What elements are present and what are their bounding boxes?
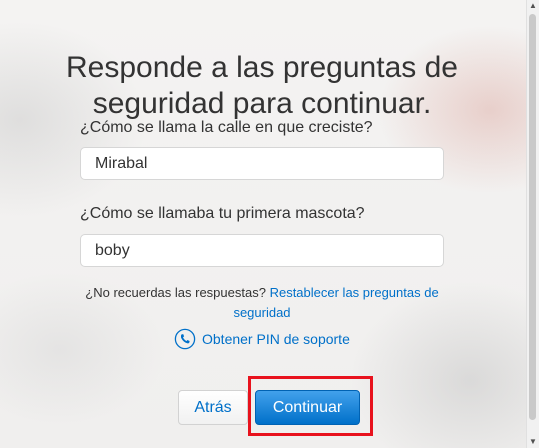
- answer-2-input[interactable]: [80, 234, 444, 267]
- forgot-answers-text: ¿No recuerdas las respuestas? Restablece…: [60, 283, 464, 323]
- vertical-scrollbar[interactable]: ▲ ▼: [526, 0, 539, 448]
- page-title: Responde a las preguntas de seguridad pa…: [66, 51, 458, 121]
- support-pin-label: Obtener PIN de soporte: [202, 331, 350, 347]
- forgot-answers-prompt: ¿No recuerdas las respuestas?: [85, 285, 266, 300]
- phone-icon: [174, 328, 196, 350]
- scroll-thumb[interactable]: [529, 14, 536, 420]
- answer-1-input[interactable]: [80, 147, 444, 180]
- back-button[interactable]: Atrás: [178, 390, 248, 425]
- scroll-down-arrow[interactable]: ▼: [527, 436, 539, 448]
- question-1-label: ¿Cómo se llama la calle en que creciste?: [80, 119, 373, 136]
- continue-button[interactable]: Continuar: [255, 390, 360, 425]
- support-pin-link[interactable]: Obtener PIN de soporte: [174, 327, 350, 351]
- scroll-up-arrow[interactable]: ▲: [527, 0, 539, 12]
- question-2-label: ¿Cómo se llamaba tu primera mascota?: [80, 205, 365, 222]
